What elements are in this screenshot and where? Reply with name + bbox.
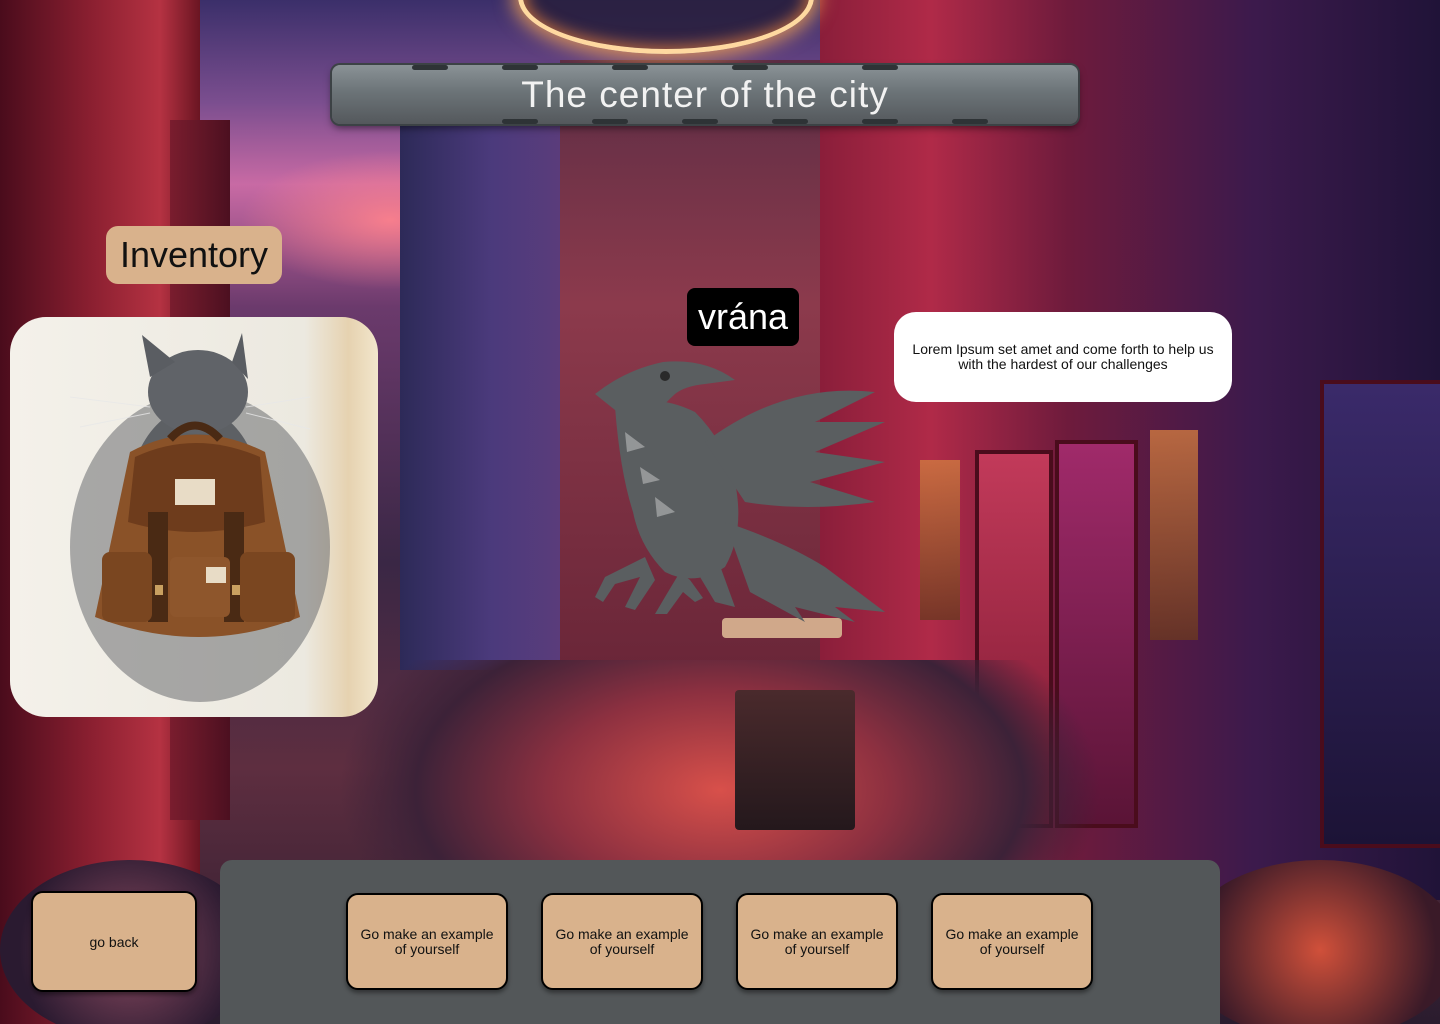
choice-button-2[interactable]: Go make an example of yourself <box>541 893 703 990</box>
choice-button-3[interactable]: Go make an example of yourself <box>736 893 898 990</box>
choice-button-4[interactable]: Go make an example of yourself <box>931 893 1093 990</box>
go-back-button[interactable]: go back <box>31 891 197 992</box>
choice-button-1[interactable]: Go make an example of yourself <box>346 893 508 990</box>
npc-dialogue-text: Lorem Ipsum set amet and come forth to h… <box>912 341 1214 372</box>
door <box>1320 380 1440 848</box>
npc-dialogue-bubble: Lorem Ipsum set amet and come forth to h… <box>894 312 1232 402</box>
location-title: The center of the city <box>521 73 889 115</box>
location-title-banner: The center of the city <box>332 65 1078 124</box>
npc-name-tag: vrána <box>687 288 799 346</box>
cat-with-backpack-icon <box>69 333 330 702</box>
raven-icon[interactable] <box>585 352 895 622</box>
trash-bin <box>735 690 855 830</box>
inventory-label[interactable]: Inventory <box>106 226 282 284</box>
inventory-item-card[interactable] <box>10 317 378 717</box>
glowing-portal <box>518 0 814 54</box>
